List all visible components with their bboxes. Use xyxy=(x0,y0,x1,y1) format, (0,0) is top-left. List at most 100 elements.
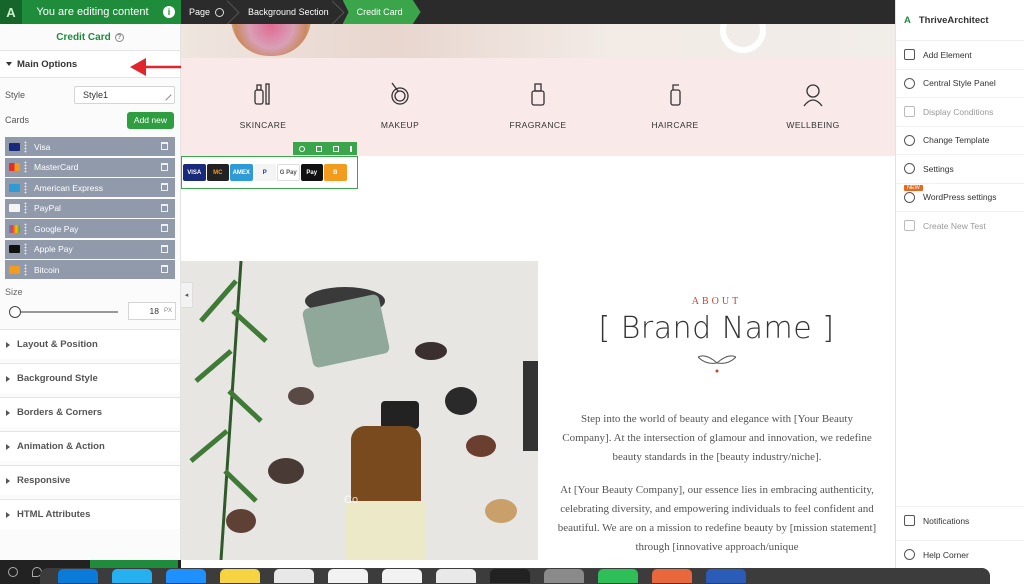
category-fragrance[interactable]: FRAGRANCE xyxy=(493,80,583,130)
size-slider-track[interactable] xyxy=(10,311,118,313)
trash-icon[interactable] xyxy=(161,142,168,150)
paypal-icon xyxy=(9,204,20,212)
breadcrumb-credit-card[interactable]: Credit Card xyxy=(342,0,421,24)
settings-button[interactable]: Settings xyxy=(896,154,1024,183)
hero-image xyxy=(181,24,895,58)
collapse-panel-handle[interactable]: ◂ xyxy=(181,282,193,308)
more-icon[interactable] xyxy=(349,145,352,152)
drag-handle-icon[interactable] xyxy=(24,161,27,173)
drag-handle-icon[interactable] xyxy=(24,181,27,194)
add-new-button[interactable]: Add new xyxy=(126,111,174,129)
size-unit[interactable]: PX xyxy=(164,308,172,314)
trash-icon[interactable] xyxy=(161,265,168,273)
help-icon[interactable]: ? xyxy=(114,32,124,42)
wordpress-settings-button[interactable]: NEW WordPress settings xyxy=(896,182,1024,212)
dock-app-icon[interactable] xyxy=(382,569,422,583)
card-item-american-express[interactable]: American Express xyxy=(5,178,175,197)
notifications-button[interactable]: Notifications xyxy=(896,506,1024,534)
drag-handle-icon[interactable] xyxy=(24,202,27,214)
category-skincare[interactable]: SKINCARE xyxy=(218,80,308,130)
move-icon[interactable] xyxy=(298,145,305,152)
breadcrumb-background-section[interactable]: Background Section xyxy=(240,0,337,24)
category-haircare[interactable]: HAIRCARE xyxy=(630,80,720,130)
info-icon[interactable]: i xyxy=(163,6,175,18)
trash-icon[interactable] xyxy=(161,244,168,253)
drag-handle-icon[interactable] xyxy=(24,140,27,153)
breadcrumb-page[interactable]: Page xyxy=(181,0,232,24)
dock-app-icon[interactable] xyxy=(706,569,746,583)
element-toolbar xyxy=(293,142,357,155)
card-item-google-pay[interactable]: Google Pay xyxy=(5,219,175,238)
style-select[interactable]: Style1 xyxy=(74,86,175,104)
chevron-right-icon xyxy=(6,443,10,450)
dock-app-icon[interactable] xyxy=(598,569,638,583)
help-corner-button[interactable]: Help Corner xyxy=(896,540,1024,568)
rp-item-label: Central Style Panel xyxy=(923,78,996,89)
dock-app-icon[interactable] xyxy=(544,569,584,583)
makeup-icon xyxy=(391,82,409,105)
history-icon[interactable] xyxy=(8,567,18,577)
size-slider-handle[interactable] xyxy=(9,306,21,318)
card-item-paypal[interactable]: PayPal xyxy=(5,198,175,218)
thrive-architect-header: A ThriveArchitect xyxy=(896,0,1024,40)
card-item-mastercard[interactable]: MasterCard xyxy=(5,157,175,177)
apple-pay-icon xyxy=(9,245,20,253)
drag-handle-icon[interactable] xyxy=(24,222,27,235)
wordpress-icon xyxy=(904,191,915,203)
chevron-right-icon xyxy=(6,341,10,348)
section-html-attributes[interactable]: HTML Attributes xyxy=(0,499,180,529)
drag-handle-icon[interactable] xyxy=(24,243,27,255)
gear-icon[interactable] xyxy=(215,7,225,17)
dock-app-icon[interactable] xyxy=(166,569,206,583)
trash-icon[interactable] xyxy=(161,224,168,232)
duplicate-icon[interactable] xyxy=(315,145,322,152)
change-template-button[interactable]: Change Template xyxy=(896,125,1024,155)
dock-app-icon[interactable] xyxy=(220,569,260,583)
thrive-logo-icon: A xyxy=(904,14,911,26)
drag-handle-icon[interactable] xyxy=(24,263,27,276)
category-label: MAKEUP xyxy=(380,120,420,130)
credit-card-element[interactable]: VISA MC AMEX P G Pay Pay B xyxy=(181,156,358,189)
card-item-visa[interactable]: Visa xyxy=(5,137,175,156)
visa-badge: VISA xyxy=(183,164,206,181)
dock-app-icon[interactable] xyxy=(58,569,98,583)
card-item-apple-pay[interactable]: Apple Pay xyxy=(5,239,175,259)
trash-icon[interactable] xyxy=(161,183,168,191)
card-item-bitcoin[interactable]: Bitcoin xyxy=(5,260,175,279)
dock-app-icon[interactable] xyxy=(112,569,152,583)
trash-icon[interactable] xyxy=(161,162,168,171)
size-input[interactable]: 18 PX xyxy=(128,302,176,320)
save-button-strip[interactable] xyxy=(90,560,178,568)
flower-image xyxy=(231,24,311,56)
add-element-button[interactable]: Add Element xyxy=(896,40,1024,69)
brand-name-heading[interactable]: [ Brand Name ] xyxy=(538,311,895,346)
editing-status-text: You are editing content xyxy=(36,6,149,18)
section-label: HTML Attributes xyxy=(17,509,91,520)
delete-icon[interactable] xyxy=(332,145,339,152)
trash-icon[interactable] xyxy=(161,203,168,212)
dock-app-icon[interactable] xyxy=(490,569,530,583)
section-animation-action[interactable]: Animation & Action xyxy=(0,431,180,461)
central-style-panel-button[interactable]: Central Style Panel xyxy=(896,68,1024,98)
dock-app-icon[interactable] xyxy=(436,569,476,583)
section-borders-corners[interactable]: Borders & Corners xyxy=(0,397,180,427)
about-label: ABOUT xyxy=(691,296,742,307)
category-makeup[interactable]: MAKEUP xyxy=(355,80,445,130)
dock-app-icon[interactable] xyxy=(274,569,314,583)
create-new-test-button[interactable]: Create New Test xyxy=(896,211,1024,240)
thrive-logo-icon[interactable]: A xyxy=(0,0,22,24)
dock-app-icon[interactable] xyxy=(328,569,368,583)
category-wellbeing[interactable]: WELLBEING xyxy=(768,80,858,130)
help-icon xyxy=(904,549,915,560)
section-responsive[interactable]: Responsive xyxy=(0,465,180,495)
display-conditions-button[interactable]: Display Conditions xyxy=(896,97,1024,126)
os-dock xyxy=(40,568,990,584)
dock-app-icon[interactable] xyxy=(652,569,692,583)
rp-item-label: Help Corner xyxy=(923,549,969,560)
section-layout-position[interactable]: Layout & Position xyxy=(0,329,180,359)
section-background-style[interactable]: Background Style xyxy=(0,363,180,393)
about-paragraph-2[interactable]: At [Your Beauty Company], our essence li… xyxy=(556,481,878,557)
about-paragraph-1[interactable]: Step into the world of beauty and elegan… xyxy=(556,410,878,467)
rp-item-label: Notifications xyxy=(923,515,970,526)
pencil-icon[interactable] xyxy=(160,89,172,101)
